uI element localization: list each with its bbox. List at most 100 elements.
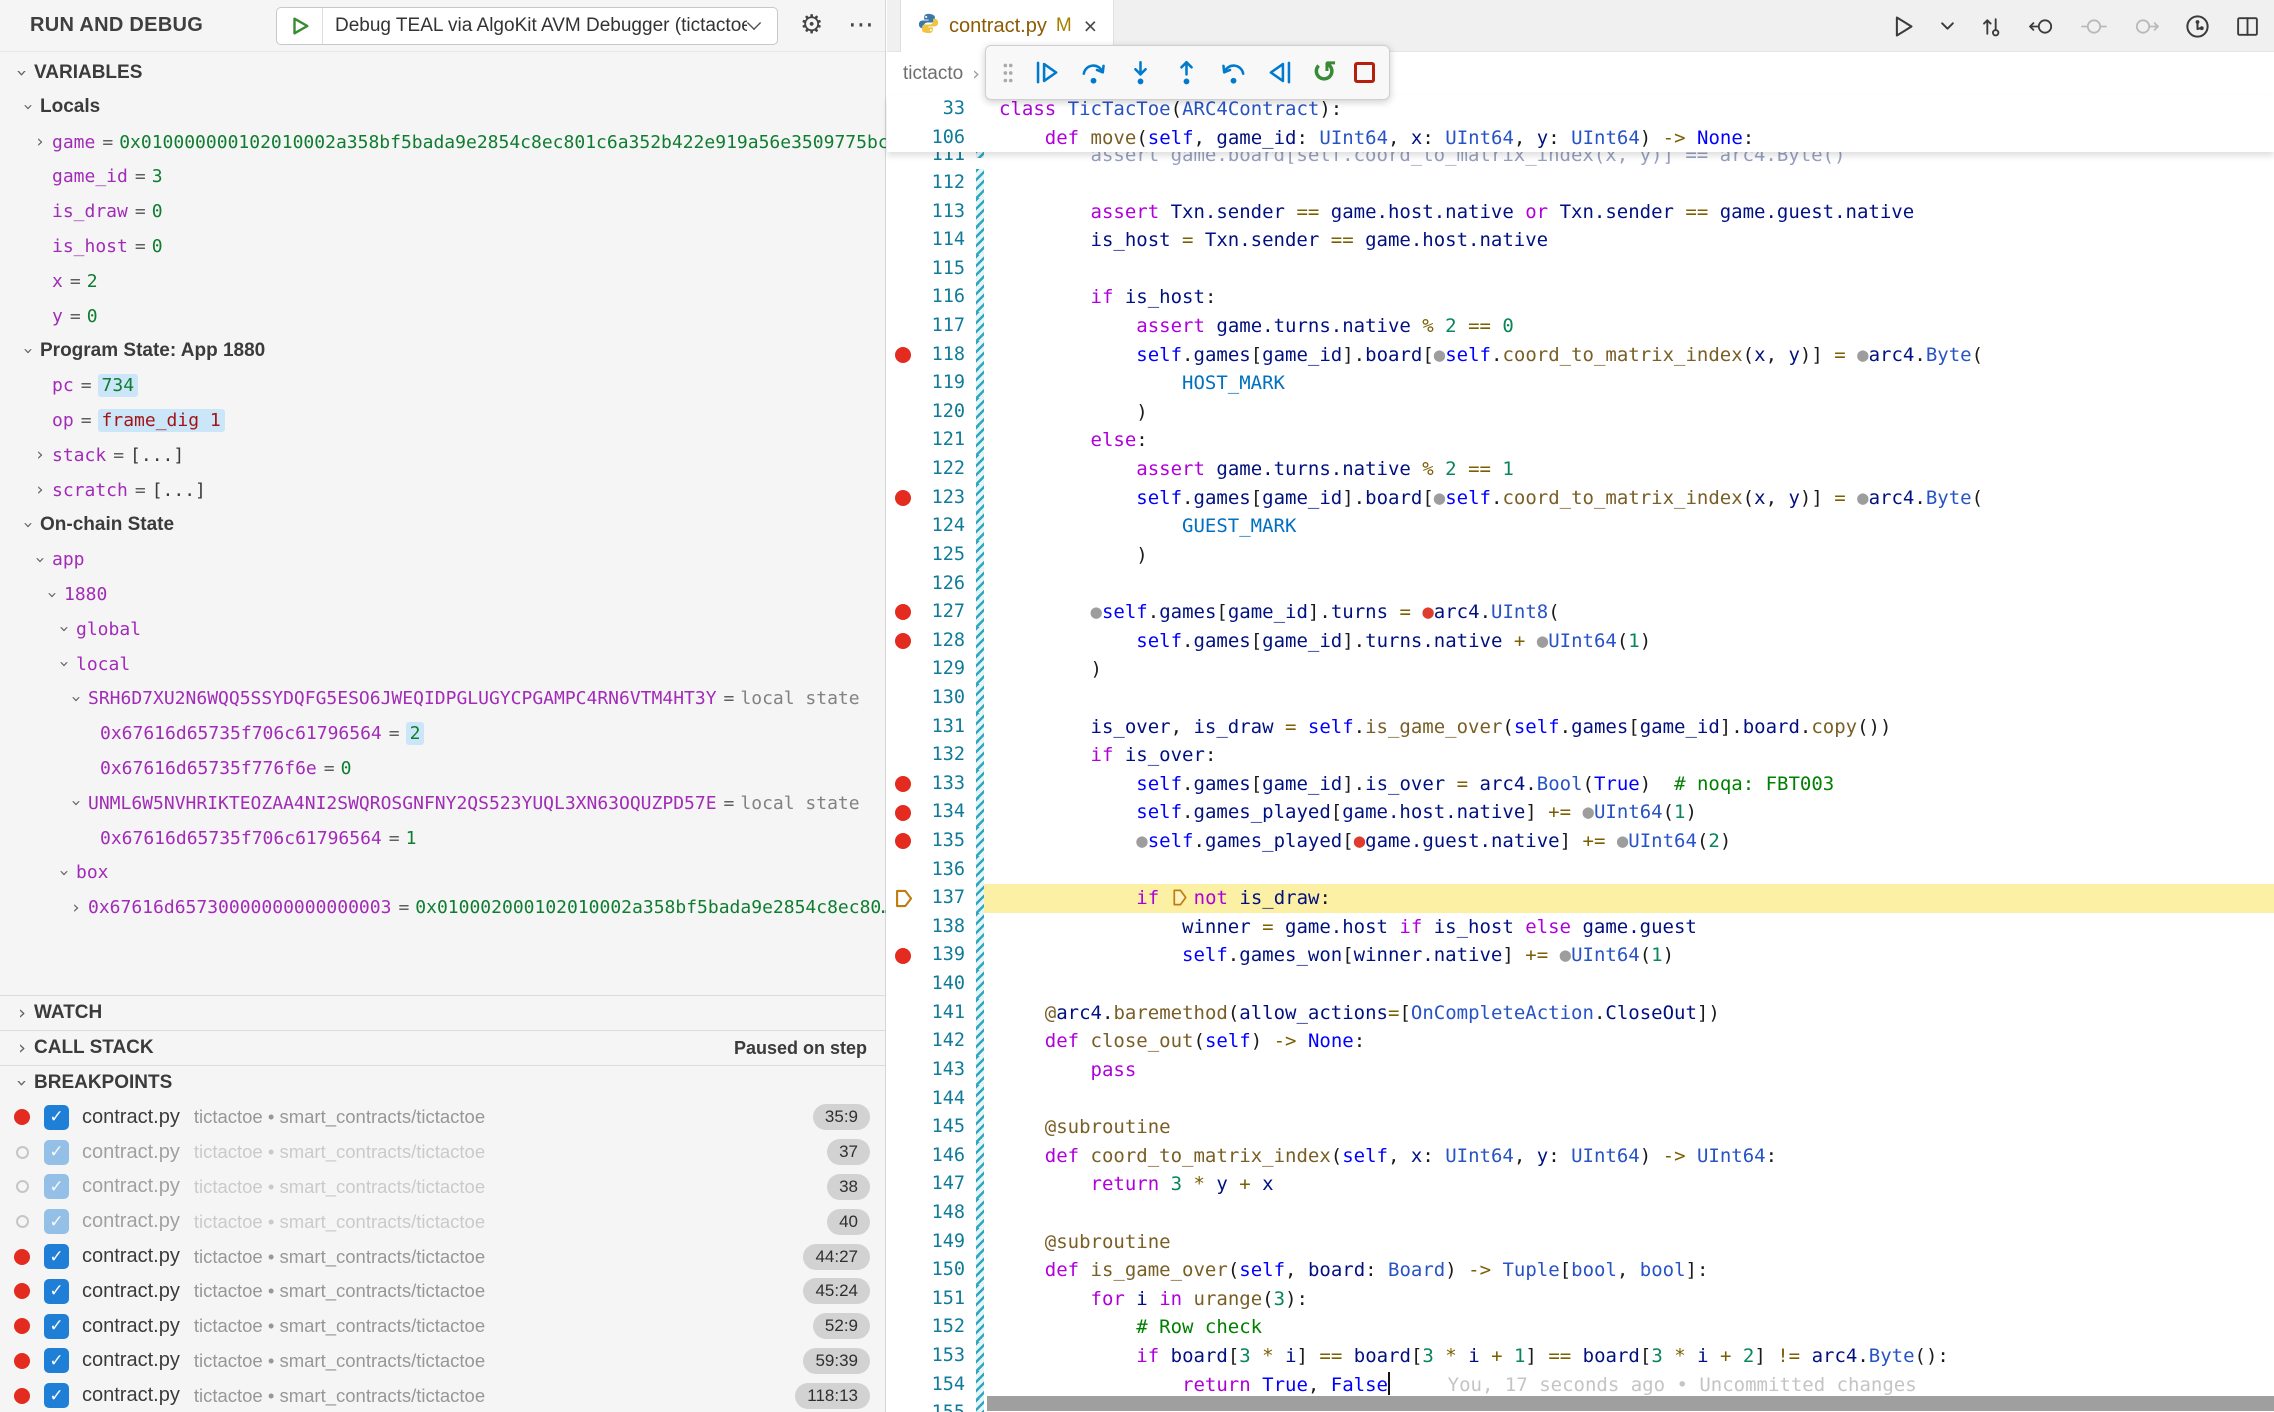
code-line[interactable]	[984, 255, 2274, 284]
code-line[interactable]: if not is_draw:	[984, 884, 2274, 913]
scope-row[interactable]: ›Program State: App 1880	[0, 334, 886, 369]
program-counter-icon[interactable]	[887, 884, 919, 913]
breakpoint-gutter[interactable]	[887, 1371, 919, 1400]
reverse-continue-button[interactable]	[1266, 58, 1295, 87]
breakpoint-gutter[interactable]	[887, 1085, 919, 1114]
code-line[interactable]: assert Txn.sender == game.host.native or…	[984, 198, 2274, 227]
variable-row[interactable]: ›app	[0, 542, 886, 577]
code-line[interactable]	[984, 1085, 2274, 1114]
variable-row[interactable]: ›0x67616d65730000000000000003=0x01000200…	[0, 890, 886, 925]
variable-row[interactable]: 0x67616d65735f776f6e=0	[0, 751, 886, 786]
stop-button[interactable]	[1354, 62, 1375, 83]
breakpoint-gutter[interactable]	[887, 741, 919, 770]
breakpoint-row[interactable]: ✓contract.pytictactoe • smart_contracts/…	[0, 1378, 886, 1412]
variable-row[interactable]: ›game=0x010000000102010002a358bf5bada9e2…	[0, 125, 886, 160]
code-line[interactable]: ●self.games_played[●game.guest.native] +…	[984, 827, 2274, 856]
code-line[interactable]: return True, False You, 17 seconds ago •…	[984, 1371, 2274, 1400]
variable-row[interactable]: is_host=0	[0, 229, 886, 264]
code-line[interactable]: @subroutine	[984, 1228, 2274, 1257]
step-into-button[interactable]	[1126, 58, 1155, 87]
breakpoint-checkbox[interactable]: ✓	[44, 1383, 69, 1408]
breadcrumb-prefix[interactable]: tictacto	[903, 63, 963, 85]
section-header-variables[interactable]: › VARIABLES	[0, 55, 885, 90]
code-line[interactable]: self.games_won[winner.native] += ●UInt64…	[984, 941, 2274, 970]
breakpoint-gutter[interactable]	[887, 1342, 919, 1371]
breakpoint-gutter[interactable]	[887, 341, 919, 370]
code-line[interactable]: self.games[game_id].board[●self.coord_to…	[984, 484, 2274, 513]
timeline-button[interactable]	[2184, 13, 2211, 40]
code-line[interactable]	[984, 169, 2274, 198]
breakpoint-row[interactable]: ✓contract.pytictactoe • smart_contracts/…	[0, 1100, 886, 1135]
close-icon[interactable]: ×	[1084, 16, 1097, 36]
breakpoint-gutter[interactable]	[887, 369, 919, 398]
breakpoint-gutter[interactable]	[887, 512, 919, 541]
step-back-button[interactable]	[1218, 58, 1249, 87]
breakpoint-gutter[interactable]	[887, 770, 919, 799]
scope-row[interactable]: ›On-chain State	[0, 508, 886, 543]
breakpoint-gutter[interactable]	[887, 226, 919, 255]
variable-row[interactable]: pc=734	[0, 368, 886, 403]
code-line[interactable]: def is_game_over(self, board: Board) -> …	[984, 1256, 2274, 1285]
code-line[interactable]: self.games[game_id].is_over = arc4.Bool(…	[984, 770, 2274, 799]
breakpoint-checkbox[interactable]: ✓	[44, 1279, 69, 1304]
variable-row[interactable]: ›scratch=[...]	[0, 473, 886, 508]
breakpoint-checkbox[interactable]: ✓	[44, 1209, 69, 1234]
breakpoint-checkbox[interactable]: ✓	[44, 1314, 69, 1339]
gear-icon[interactable]: ⚙	[800, 10, 823, 40]
breakpoint-row[interactable]: ✓contract.pytictactoe • smart_contracts/…	[0, 1309, 886, 1344]
code-line[interactable]: return 3 * y + x	[984, 1170, 2274, 1199]
code-line[interactable]: if board[3 * i] == board[3 * i + 1] == b…	[984, 1342, 2274, 1371]
breakpoint-gutter[interactable]	[887, 255, 919, 284]
breakpoint-checkbox[interactable]: ✓	[44, 1140, 69, 1165]
code-line[interactable]: )	[984, 655, 2274, 684]
restart-button[interactable]: ↺	[1312, 60, 1337, 86]
code-line[interactable]: ●self.games[game_id].turns = ●arc4.UInt8…	[984, 598, 2274, 627]
code-line[interactable]: self.games[game_id].board[●self.coord_to…	[984, 341, 2274, 370]
code-line[interactable]: if is_host:	[984, 283, 2274, 312]
variable-row[interactable]: ›stack=[...]	[0, 438, 886, 473]
start-debugging-button[interactable]	[277, 8, 323, 44]
section-header-breakpoints[interactable]: › BREAKPOINTS	[0, 1065, 885, 1100]
breakpoint-gutter[interactable]	[887, 627, 919, 656]
code-line[interactable]: GUEST_MARK	[984, 512, 2274, 541]
breakpoint-gutter[interactable]	[887, 1170, 919, 1199]
breakpoint-checkbox[interactable]: ✓	[44, 1348, 69, 1373]
breakpoint-gutter[interactable]	[887, 798, 919, 827]
breakpoint-gutter[interactable]	[887, 1228, 919, 1257]
breakpoint-gutter[interactable]	[887, 684, 919, 713]
breakpoint-gutter[interactable]	[887, 827, 919, 856]
breakpoint-gutter[interactable]	[887, 598, 919, 627]
breakpoint-gutter[interactable]	[887, 541, 919, 570]
breakpoint-gutter[interactable]	[887, 398, 919, 427]
code-line[interactable]: assert game.turns.native % 2 == 1	[984, 455, 2274, 484]
breakpoint-gutter[interactable]	[887, 1199, 919, 1228]
code-line[interactable]	[984, 970, 2274, 999]
variable-row[interactable]: ›UNML6W5NVHRIKTEOZAA4NI2SWQROSGNFNY2QS52…	[0, 786, 886, 821]
open-changes-button[interactable]	[1979, 14, 2004, 39]
code-line[interactable]: self.games[game_id].turns.native + ●UInt…	[984, 627, 2274, 656]
breakpoint-gutter[interactable]	[887, 1027, 919, 1056]
code-line[interactable]: for i in urange(3):	[984, 1285, 2274, 1314]
variable-row[interactable]: 0x67616d65735f706c61796564=2	[0, 716, 886, 751]
variable-row[interactable]: y=0	[0, 299, 886, 334]
breakpoint-gutter[interactable]	[887, 198, 919, 227]
breakpoint-row[interactable]: ✓contract.pytictactoe • smart_contracts/…	[0, 1239, 886, 1274]
code-line[interactable]: self.games_played[game.host.native] += ●…	[984, 798, 2274, 827]
code-line[interactable]: assert game.board[self.coord_to_matrix_i…	[984, 152, 2274, 158]
breakpoint-gutter[interactable]	[887, 913, 919, 942]
breakpoint-gutter[interactable]	[887, 152, 919, 158]
run-python-file-button[interactable]	[1889, 13, 1916, 40]
code-line[interactable]: is_host = Txn.sender == game.host.native	[984, 226, 2274, 255]
breakpoint-gutter[interactable]	[887, 426, 919, 455]
breakpoint-gutter[interactable]	[887, 1256, 919, 1285]
code-line[interactable]: )	[984, 398, 2274, 427]
variable-row[interactable]: is_draw=0	[0, 194, 886, 229]
variable-row[interactable]: ›1880	[0, 577, 886, 612]
variable-row[interactable]: op=frame_dig 1	[0, 403, 886, 438]
breakpoint-gutter[interactable]	[887, 455, 919, 484]
breakpoint-gutter[interactable]	[887, 1313, 919, 1342]
code-line[interactable]: pass	[984, 1056, 2274, 1085]
code-line[interactable]	[984, 684, 2274, 713]
code-line[interactable]: # Row check	[984, 1313, 2274, 1342]
more-actions-icon[interactable]: ⋯	[848, 10, 874, 40]
